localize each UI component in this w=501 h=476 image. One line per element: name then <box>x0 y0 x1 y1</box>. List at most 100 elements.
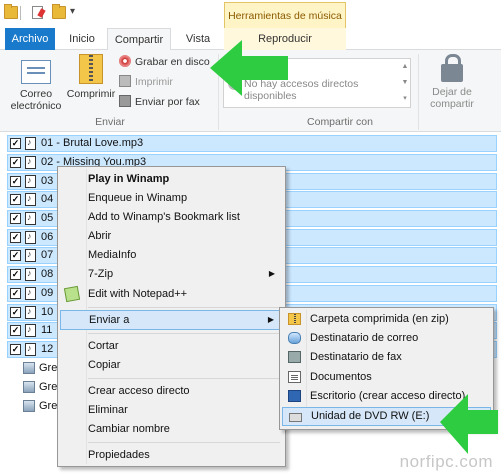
audio-file-icon <box>25 175 36 188</box>
dvd-drive-icon <box>289 413 302 422</box>
menu-separator <box>88 378 280 379</box>
item-name: Gre <box>39 400 58 412</box>
file-name: 04 <box>41 193 54 205</box>
menu-separator <box>88 333 280 334</box>
fax-button[interactable]: Enviar por fax <box>119 94 200 110</box>
audio-file-icon <box>25 343 36 356</box>
watermark: norfipc.com <box>399 452 493 471</box>
item-name: Gre <box>39 362 58 374</box>
menu-item-enqueue-winamp[interactable]: Enqueue in Winamp <box>60 188 283 208</box>
properties-icon[interactable] <box>32 6 43 19</box>
music-tools-contextual-tab: Herramientas de música <box>224 2 346 28</box>
row-checkbox[interactable]: ✓ <box>10 307 21 318</box>
row-checkbox[interactable]: ✓ <box>10 325 21 336</box>
menu-item-bookmark-winamp[interactable]: Add to Winamp's Bookmark list <box>60 207 283 227</box>
menu-item-rename[interactable]: Cambiar nombre <box>60 419 283 439</box>
email-label: Correo electrónico <box>10 88 62 112</box>
submenu-item-label: Carpeta comprimida (en zip) <box>310 313 449 325</box>
printer-icon <box>119 75 131 87</box>
file-name: 01 - Brutal Love.mp3 <box>41 137 144 149</box>
audio-file-icon <box>25 306 36 319</box>
row-checkbox[interactable]: ✓ <box>10 176 21 187</box>
file-name: 06 <box>41 231 54 243</box>
row-checkbox[interactable]: ✓ <box>10 213 21 224</box>
audio-file-icon <box>25 212 36 225</box>
toolbar-separator <box>20 6 21 20</box>
fax-label: Enviar por fax <box>135 96 200 108</box>
tab-file[interactable]: Archivo <box>5 28 55 50</box>
file-row[interactable]: ✓ 01 - Brutal Love.mp3 <box>7 135 497 152</box>
print-label: Imprimir <box>135 76 173 88</box>
audio-file-icon <box>25 249 36 262</box>
menu-item-delete[interactable]: Eliminar <box>60 400 283 420</box>
menu-separator <box>88 307 280 308</box>
file-name: 12 <box>41 343 54 355</box>
submenu-item-zip-folder[interactable]: Carpeta comprimida (en zip) <box>282 310 491 329</box>
burn-disc-button[interactable]: Grabar en disco <box>119 54 210 70</box>
new-folder-icon[interactable] <box>52 4 66 19</box>
file-name: 03 <box>41 175 54 187</box>
submenu-item-documents[interactable]: Documentos <box>282 368 491 387</box>
folder-icon[interactable] <box>4 4 18 19</box>
lock-icon <box>441 54 463 82</box>
share-group-label: Compartir con <box>307 116 373 128</box>
image-file-icon <box>23 381 35 393</box>
tab-share[interactable]: Compartir <box>107 28 171 51</box>
row-checkbox[interactable]: ✓ <box>10 344 21 355</box>
gallery-expand-icon[interactable]: ▾ <box>401 92 409 106</box>
audio-file-icon <box>25 324 36 337</box>
gallery-scroll-down-icon[interactable]: ▼ <box>401 76 409 90</box>
menu-item-copy[interactable]: Copiar <box>60 355 283 375</box>
print-button[interactable]: Imprimir <box>119 74 173 90</box>
image-file-icon <box>23 400 35 412</box>
zip-button[interactable]: Comprimir <box>64 54 118 100</box>
menu-item-send-to[interactable]: Enviar a ▶ <box>60 310 283 330</box>
gallery-scroll-up-icon[interactable]: ▲ <box>401 60 409 74</box>
zip-icon <box>79 54 103 84</box>
row-checkbox[interactable]: ✓ <box>10 250 21 261</box>
audio-file-icon <box>25 231 36 244</box>
email-button[interactable]: Correo electrónico <box>8 54 64 112</box>
file-name: 05 <box>41 212 54 224</box>
audio-file-icon <box>25 137 36 150</box>
context-menu: Play in Winamp Enqueue in Winamp Add to … <box>57 166 286 467</box>
menu-item-open[interactable]: Abrir <box>60 226 283 246</box>
document-icon <box>288 371 301 383</box>
stop-sharing-button[interactable]: Dejar de compartir <box>424 52 480 110</box>
menu-item-7zip[interactable]: 7-Zip ▶ <box>60 264 283 284</box>
row-checkbox[interactable]: ✓ <box>10 194 21 205</box>
tab-home[interactable]: Inicio <box>58 28 106 50</box>
menu-item-properties[interactable]: Propiedades <box>60 445 283 465</box>
file-name: 10 <box>41 306 54 318</box>
file-name: 09 <box>41 287 54 299</box>
row-checkbox[interactable]: ✓ <box>10 232 21 243</box>
green-arrow-left-icon <box>440 394 498 454</box>
submenu-item-label: Documentos <box>310 371 372 383</box>
menu-item-cut[interactable]: Cortar <box>60 336 283 356</box>
zip-label: Comprimir <box>66 88 116 100</box>
row-checkbox[interactable]: ✓ <box>10 288 21 299</box>
submenu-arrow-icon: ▶ <box>267 315 274 324</box>
audio-file-icon <box>25 156 36 169</box>
submenu-item-mail-recipient[interactable]: Destinatario de correo <box>282 329 491 348</box>
zip-folder-icon <box>288 313 301 325</box>
menu-item-mediainfo[interactable]: MediaInfo <box>60 245 283 265</box>
menu-item-notepadpp-label: Edit with Notepad++ <box>88 288 188 300</box>
row-checkbox[interactable]: ✓ <box>10 269 21 280</box>
menu-item-create-shortcut[interactable]: Crear acceso directo <box>60 381 283 401</box>
fax-icon <box>119 95 131 107</box>
menu-item-send-to-label: Enviar a <box>89 314 130 326</box>
audio-file-icon <box>25 287 36 300</box>
email-icon <box>21 60 51 84</box>
menu-item-play-winamp[interactable]: Play in Winamp <box>60 169 283 189</box>
burn-disc-label: Grabar en disco <box>135 56 210 68</box>
row-checkbox[interactable]: ✓ <box>10 138 21 149</box>
menu-item-notepadpp[interactable]: Edit with Notepad++ <box>60 284 283 304</box>
customize-toolbar-icon[interactable]: ▾ <box>70 6 75 17</box>
item-name: Gre <box>39 381 58 393</box>
quick-access-toolbar: ▾ Herramientas de música <box>0 0 501 28</box>
row-checkbox[interactable]: ✓ <box>10 157 21 168</box>
submenu-item-fax-recipient[interactable]: Destinatario de fax <box>282 348 491 367</box>
green-arrow-left-icon <box>210 40 288 96</box>
submenu-item-label: Unidad de DVD RW (E:) <box>311 410 430 422</box>
